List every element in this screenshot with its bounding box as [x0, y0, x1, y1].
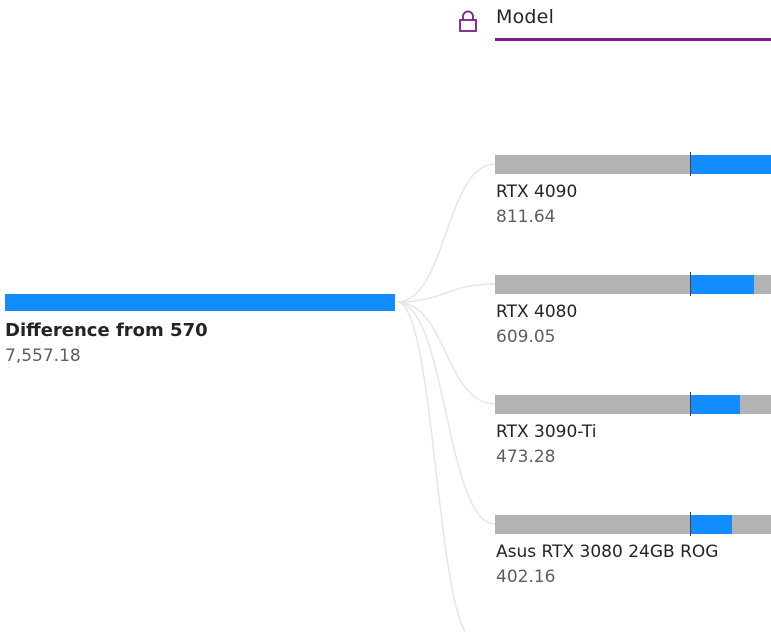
tree-node[interactable]: RTX 3090-Ti 473.28 — [495, 392, 771, 477]
level-underline — [495, 38, 771, 41]
lock-icon — [459, 10, 477, 32]
node-label: RTX 4090 — [496, 182, 578, 202]
node-label: Asus RTX 3080 24GB ROG — [496, 542, 719, 562]
node-value: 402.16 — [496, 567, 556, 587]
node-bar-marker — [690, 272, 691, 296]
node-bar-marker — [690, 392, 691, 416]
node-bar-fill — [690, 155, 771, 174]
connector-line — [396, 301, 496, 525]
connector-line — [396, 163, 496, 303]
node-bar-fill — [690, 275, 754, 294]
root-label: Difference from 570 — [5, 320, 208, 341]
node-label: RTX 3090-Ti — [496, 422, 597, 442]
level-title: Model — [496, 6, 555, 28]
node-value: 811.64 — [496, 207, 556, 227]
tree-node[interactable]: RTX 4090 811.64 — [495, 152, 771, 237]
level-header[interactable]: Model — [456, 4, 771, 42]
node-bar-fill — [690, 515, 733, 534]
connector-line — [396, 301, 496, 405]
root-value: 7,557.18 — [5, 346, 81, 366]
node-value: 609.05 — [496, 327, 556, 347]
node-label: RTX 4080 — [496, 302, 578, 322]
node-value: 473.28 — [496, 447, 556, 467]
root-bar[interactable] — [5, 294, 395, 311]
connector-line — [396, 283, 496, 303]
connector-line-offscreen — [396, 301, 467, 632]
node-bar-fill — [690, 395, 740, 414]
decomposition-tree: Model Difference from 570 7,557.18 RTX 4… — [0, 0, 771, 632]
node-bar-marker — [690, 152, 691, 176]
node-bar-marker — [690, 512, 691, 536]
tree-node[interactable]: RTX 4080 609.05 — [495, 272, 771, 357]
tree-node[interactable]: Asus RTX 3080 24GB ROG 402.16 — [495, 512, 771, 597]
